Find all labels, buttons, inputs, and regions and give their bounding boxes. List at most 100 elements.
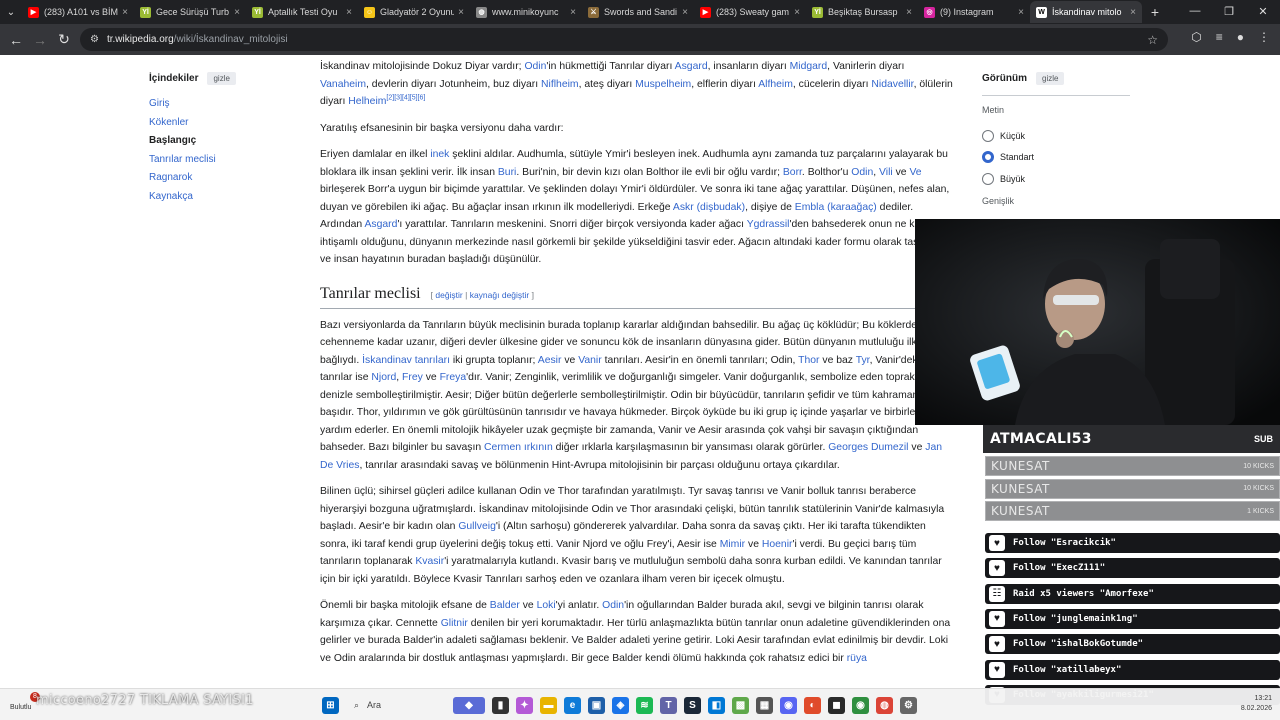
wiki-link[interactable]: Tyr <box>856 355 870 366</box>
minimize-icon[interactable]: — <box>1178 5 1212 17</box>
taskbar-search[interactable]: ⌕ Ara <box>346 694 446 716</box>
wiki-link[interactable]: Freya <box>440 372 467 383</box>
tab-search-icon[interactable]: ⌄ <box>0 1 22 23</box>
reload-icon[interactable]: ↻ <box>52 31 76 48</box>
back-icon[interactable]: ← <box>4 32 28 48</box>
photos-icon[interactable]: ◈ <box>612 696 629 714</box>
teams-icon[interactable]: T <box>660 696 677 714</box>
app4-icon[interactable]: ◉ <box>852 696 869 714</box>
tab-close-icon[interactable]: × <box>570 7 576 18</box>
app-icon[interactable]: ◧ <box>708 696 725 714</box>
wiki-link[interactable]: Vanir <box>578 355 602 366</box>
browser-tab[interactable]: ⚔ Swords and Sandi × <box>582 1 694 23</box>
widget-icon[interactable]: ◆ <box>453 696 485 714</box>
wiki-link[interactable]: Gullveig <box>458 521 496 532</box>
wiki-link[interactable]: Nidavellir <box>871 79 913 90</box>
tab-close-icon[interactable]: × <box>794 7 800 18</box>
browser-tab[interactable]: ◍ www.minikoyunc × <box>470 1 582 23</box>
toc-item[interactable]: Giriş <box>149 95 309 114</box>
radio-selected-icon[interactable] <box>982 151 994 164</box>
wiki-link[interactable]: Ve <box>909 167 921 178</box>
text-size-option-large[interactable]: Büyük <box>982 168 1130 190</box>
wiki-link[interactable]: İskandinav tanrıları <box>362 355 450 366</box>
settings-icon[interactable]: ⚙ <box>900 696 917 714</box>
minecraft-icon[interactable]: ▩ <box>732 696 749 714</box>
maximize-icon[interactable]: ❐ <box>1212 5 1246 18</box>
browser-tab[interactable]: ▶ (283) A101 vs BİM × <box>22 1 134 23</box>
copilot-icon[interactable]: ✦ <box>516 696 533 714</box>
wiki-link[interactable]: Ygdrassil <box>747 219 790 230</box>
spotify-icon[interactable]: ≋ <box>636 696 653 714</box>
wiki-link[interactable]: Niflheim <box>541 79 579 90</box>
close-icon[interactable]: ✕ <box>1246 5 1280 18</box>
wiki-link[interactable]: Embla (karaağaç) <box>795 202 877 213</box>
text-size-option-standard[interactable]: Standart <box>982 147 1130 169</box>
edit-source-link[interactable]: kaynağı değiştir <box>470 290 530 300</box>
wiki-link[interactable]: Borr <box>783 167 802 178</box>
wiki-link[interactable]: Odin <box>851 167 873 178</box>
wiki-link[interactable]: Midgard <box>790 61 828 72</box>
wiki-link[interactable]: Njord <box>371 372 396 383</box>
wiki-link[interactable]: Vanaheim <box>320 79 366 90</box>
tab-close-icon[interactable]: × <box>906 7 912 18</box>
toc-item[interactable]: Kaynakça <box>149 188 309 207</box>
text-size-option-small[interactable]: Küçük <box>982 125 1130 147</box>
extensions-icon[interactable]: ⬡ <box>1191 30 1201 44</box>
task-view-icon[interactable]: ▮ <box>492 696 509 714</box>
citation-ref[interactable]: [2][3][4][5][6] <box>386 95 425 102</box>
wiki-link[interactable]: Askr (dişbudak) <box>673 202 745 213</box>
bookmark-star-icon[interactable]: ☆ <box>1147 33 1158 47</box>
browser-tab[interactable]: W İskandinav mitolo × <box>1030 1 1142 23</box>
toc-item[interactable]: Başlangıç <box>149 132 309 151</box>
wiki-link[interactable]: Asgard <box>365 219 398 230</box>
radio-icon[interactable] <box>982 172 994 185</box>
chrome-icon[interactable]: ◍ <box>876 696 893 714</box>
discord-icon[interactable]: ◉ <box>780 696 797 714</box>
wiki-link[interactable]: rüya <box>847 653 867 664</box>
tab-close-icon[interactable]: × <box>682 7 688 18</box>
browser-tab[interactable]: ▶ (283) Sweaty gam × <box>694 1 806 23</box>
wiki-link[interactable]: Frey <box>402 372 423 383</box>
site-info-icon[interactable]: ⚙ <box>90 34 99 45</box>
wiki-link[interactable]: Vili <box>879 167 893 178</box>
menu-icon[interactable]: ⋮ <box>1258 30 1270 44</box>
system-clock[interactable]: 13:21 8.02.2026 <box>1241 694 1272 714</box>
forward-icon[interactable]: → <box>28 32 52 48</box>
wiki-link[interactable]: Asgard <box>675 61 708 72</box>
browser-tab[interactable]: ☺ Gladyatör 2 Oyunu × <box>358 1 470 23</box>
appearance-hide-button[interactable]: gizle <box>1036 72 1065 85</box>
start-menu-icon[interactable]: ⊞ <box>322 696 339 714</box>
toc-item[interactable]: Ragnarok <box>149 169 309 188</box>
wiki-link[interactable]: Muspelheim <box>635 79 691 90</box>
tab-close-icon[interactable]: × <box>234 7 240 18</box>
app3-icon[interactable]: ◼ <box>828 696 845 714</box>
tab-close-icon[interactable]: × <box>1130 7 1136 18</box>
browser-tab[interactable]: ◎ (9) Instagram × <box>918 1 1030 23</box>
edit-link[interactable]: değiştir <box>435 290 462 300</box>
tab-close-icon[interactable]: × <box>346 7 352 18</box>
browser-tab[interactable]: Yİ Gece Sürüşü Turb × <box>134 1 246 23</box>
wiki-link[interactable]: Cermen ırkının <box>484 442 553 453</box>
tab-close-icon[interactable]: × <box>1018 7 1024 18</box>
wiki-link[interactable]: Aesir <box>538 355 562 366</box>
wiki-link[interactable]: Buri <box>498 167 516 178</box>
calculator-icon[interactable]: ▦ <box>756 696 773 714</box>
wiki-link[interactable]: Kvasir <box>415 556 444 567</box>
wiki-link[interactable]: Balder <box>490 600 520 611</box>
toc-item[interactable]: Tanrılar meclisi <box>149 151 309 170</box>
wiki-link[interactable]: Loki <box>537 600 556 611</box>
address-bar[interactable]: ⚙ tr.wikipedia.org /wiki/İskandinav_mito… <box>80 28 1168 51</box>
wiki-link[interactable]: Glitnir <box>441 618 468 629</box>
store-icon[interactable]: ▣ <box>588 696 605 714</box>
wiki-link[interactable]: Odin <box>524 61 546 72</box>
app2-icon[interactable]: ◐ <box>804 696 821 714</box>
wiki-link[interactable]: Mimir <box>720 539 745 550</box>
wiki-link[interactable]: Odin <box>602 600 624 611</box>
radio-icon[interactable] <box>982 129 994 142</box>
steam-icon[interactable]: S <box>684 696 701 714</box>
new-tab-button[interactable]: + <box>1142 4 1168 20</box>
wiki-link[interactable]: Alfheim <box>758 79 793 90</box>
wiki-link[interactable]: Georges Dumezil <box>828 442 908 453</box>
tab-close-icon[interactable]: × <box>122 7 128 18</box>
edge-icon[interactable]: e <box>564 696 581 714</box>
